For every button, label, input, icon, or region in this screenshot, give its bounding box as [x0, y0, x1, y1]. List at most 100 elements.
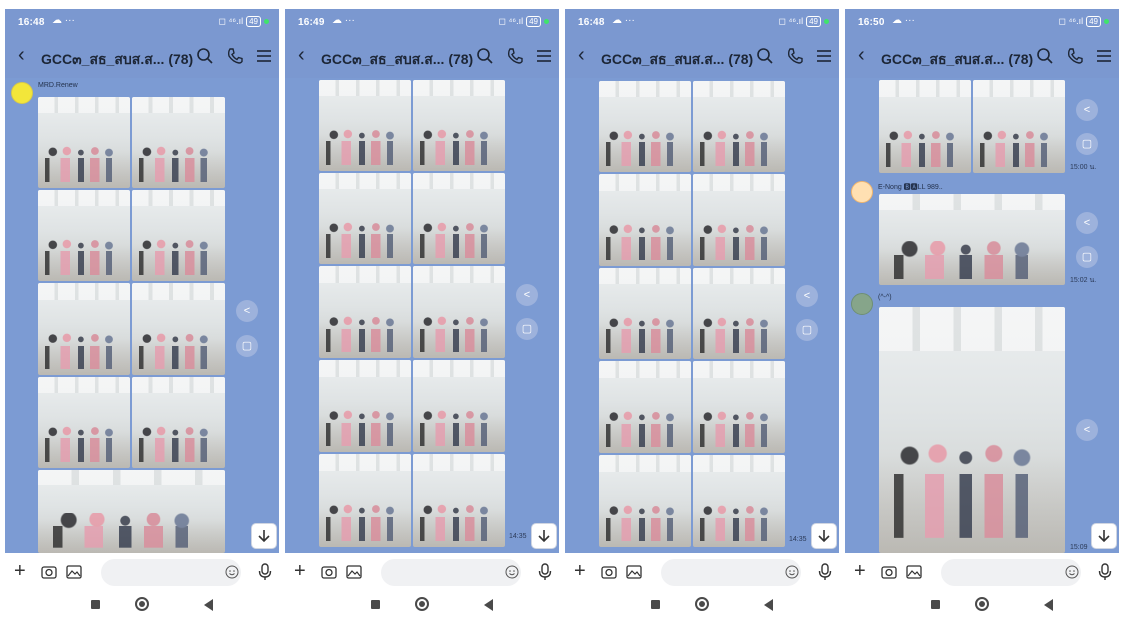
emoji-icon[interactable]: [785, 565, 799, 579]
chat-photo[interactable]: [319, 454, 411, 547]
recent-apps-icon[interactable]: [91, 600, 100, 609]
scroll-down-button[interactable]: [811, 523, 837, 549]
image-icon[interactable]: [625, 563, 643, 581]
back-triangle-icon[interactable]: [1044, 599, 1053, 611]
chat-photo[interactable]: [413, 360, 505, 452]
emoji-icon[interactable]: [1065, 565, 1079, 579]
menu-icon[interactable]: [814, 46, 834, 66]
chat-photo[interactable]: [132, 97, 225, 188]
save-icon[interactable]: ▢: [236, 335, 258, 357]
microphone-icon[interactable]: [817, 562, 833, 582]
plus-icon[interactable]: +: [294, 561, 312, 581]
plus-icon[interactable]: +: [854, 561, 872, 581]
chat-photo[interactable]: [693, 174, 785, 266]
chat-photo[interactable]: [38, 377, 130, 468]
search-icon[interactable]: [1035, 46, 1055, 66]
chat-photo[interactable]: [413, 173, 505, 264]
back-arrow-icon[interactable]: ‹: [298, 45, 305, 65]
chat-photo[interactable]: [319, 173, 411, 264]
back-triangle-icon[interactable]: [484, 599, 493, 611]
chat-area[interactable]: < ▢ 15:00 น. E-Nong 🅱🅰LL 989.. < ▢ 15:02…: [845, 78, 1119, 553]
save-icon[interactable]: ▢: [796, 319, 818, 341]
chat-photo[interactable]: [973, 80, 1065, 173]
search-icon[interactable]: [475, 46, 495, 66]
chat-photo[interactable]: [413, 266, 505, 358]
message-input[interactable]: [381, 559, 521, 586]
back-arrow-icon[interactable]: ‹: [858, 45, 865, 65]
chat-photo[interactable]: [38, 470, 225, 553]
avatar[interactable]: [851, 293, 873, 315]
scroll-down-button[interactable]: [531, 523, 557, 549]
share-icon[interactable]: <: [1076, 99, 1098, 121]
chat-photo[interactable]: [599, 268, 691, 359]
scroll-down-button[interactable]: [1091, 523, 1117, 549]
home-icon[interactable]: [135, 597, 149, 611]
chat-photo[interactable]: [413, 454, 505, 547]
chat-photo[interactable]: [38, 97, 130, 188]
microphone-icon[interactable]: [257, 562, 273, 582]
back-triangle-icon[interactable]: [764, 599, 773, 611]
message-input[interactable]: [101, 559, 241, 586]
home-icon[interactable]: [695, 597, 709, 611]
search-icon[interactable]: [755, 46, 775, 66]
back-arrow-icon[interactable]: ‹: [578, 45, 585, 65]
chat-photo[interactable]: [413, 80, 505, 171]
share-icon[interactable]: <: [236, 300, 258, 322]
image-icon[interactable]: [65, 563, 83, 581]
save-icon[interactable]: ▢: [516, 318, 538, 340]
share-icon[interactable]: <: [796, 285, 818, 307]
chat-title[interactable]: GCC๓_สธ_สบส.ส... (78): [881, 49, 1033, 71]
chat-photo[interactable]: [879, 80, 971, 173]
image-icon[interactable]: [905, 563, 923, 581]
chat-photo[interactable]: [599, 174, 691, 266]
chat-photo[interactable]: [319, 360, 411, 452]
avatar[interactable]: [11, 82, 33, 104]
menu-icon[interactable]: [534, 46, 554, 66]
plus-icon[interactable]: +: [574, 561, 592, 581]
phone-icon[interactable]: [785, 46, 805, 66]
scroll-down-button[interactable]: [251, 523, 277, 549]
chat-photo[interactable]: [38, 190, 130, 281]
emoji-icon[interactable]: [225, 565, 239, 579]
phone-icon[interactable]: [505, 46, 525, 66]
chat-photo[interactable]: [879, 307, 1065, 553]
share-icon[interactable]: <: [1076, 419, 1098, 441]
camera-icon[interactable]: [880, 563, 898, 581]
chat-title[interactable]: GCC๓_สธ_สบส.ส... (78): [41, 49, 193, 71]
plus-icon[interactable]: +: [14, 561, 32, 581]
chat-photo[interactable]: [132, 190, 225, 281]
emoji-icon[interactable]: [505, 565, 519, 579]
chat-photo[interactable]: [599, 361, 691, 453]
chat-photo[interactable]: [38, 283, 130, 375]
chat-photo[interactable]: [693, 268, 785, 359]
save-icon[interactable]: ▢: [1076, 133, 1098, 155]
camera-icon[interactable]: [40, 563, 58, 581]
phone-icon[interactable]: [1065, 46, 1085, 66]
microphone-icon[interactable]: [537, 562, 553, 582]
chat-area[interactable]: MRD.Renew < ▢: [5, 78, 279, 553]
share-icon[interactable]: <: [1076, 212, 1098, 234]
recent-apps-icon[interactable]: [371, 600, 380, 609]
message-input[interactable]: [941, 559, 1081, 586]
camera-icon[interactable]: [600, 563, 618, 581]
chat-photo[interactable]: [599, 81, 691, 172]
image-icon[interactable]: [345, 563, 363, 581]
save-icon[interactable]: ▢: [1076, 246, 1098, 268]
chat-photo[interactable]: [693, 455, 785, 547]
chat-photo[interactable]: [693, 81, 785, 172]
avatar[interactable]: [851, 181, 873, 203]
chat-photo[interactable]: [132, 283, 225, 375]
back-triangle-icon[interactable]: [204, 599, 213, 611]
chat-photo[interactable]: [693, 361, 785, 453]
search-icon[interactable]: [195, 46, 215, 66]
phone-icon[interactable]: [225, 46, 245, 66]
microphone-icon[interactable]: [1097, 562, 1113, 582]
chat-area[interactable]: 14:35 < ▢: [285, 78, 559, 553]
back-arrow-icon[interactable]: ‹: [18, 45, 25, 65]
home-icon[interactable]: [975, 597, 989, 611]
recent-apps-icon[interactable]: [651, 600, 660, 609]
chat-title[interactable]: GCC๓_สธ_สบส.ส... (78): [321, 49, 473, 71]
chat-photo[interactable]: [319, 80, 411, 171]
chat-photo[interactable]: [599, 455, 691, 547]
message-input[interactable]: [661, 559, 801, 586]
